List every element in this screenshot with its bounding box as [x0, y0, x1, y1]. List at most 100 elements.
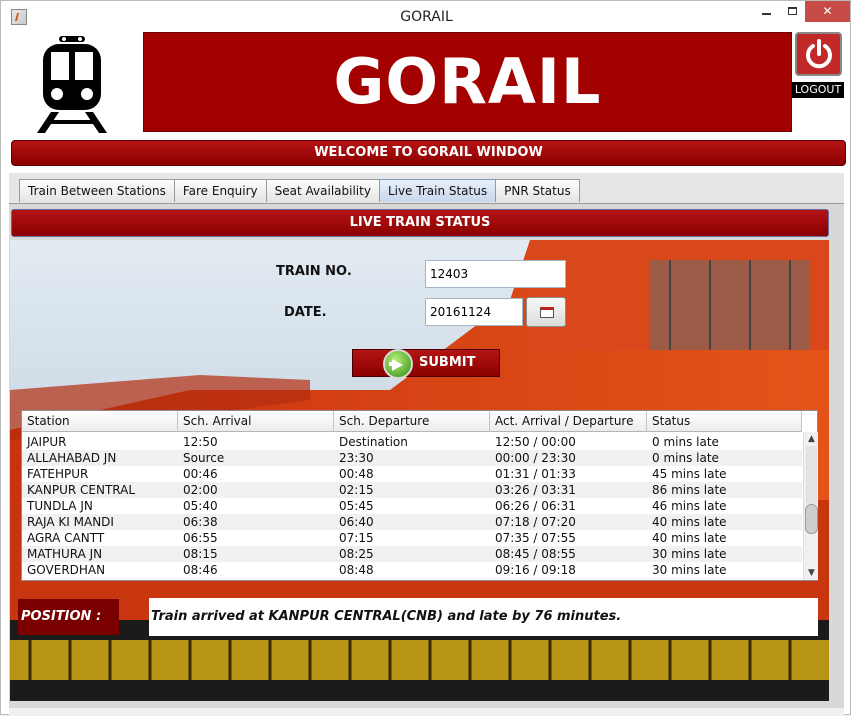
date-label: DATE. [284, 305, 327, 320]
cell-station: TUNDLA JN [27, 499, 93, 513]
scroll-thumb[interactable] [805, 504, 818, 534]
minimize-icon [761, 13, 771, 15]
table-row[interactable]: JAIPUR 12:50 Destination 12:50 / 00:00 0… [22, 434, 802, 450]
cell-status: 40 mins late [652, 531, 727, 545]
scroll-up-icon[interactable]: ▲ [804, 432, 819, 446]
submit-label: SUBMIT [419, 355, 476, 370]
cell-status: 46 mins late [652, 499, 727, 513]
cell-act-time: 06:26 / 06:31 [495, 499, 576, 513]
cell-act-time: 12:50 / 00:00 [495, 435, 576, 449]
table-body: JAIPUR 12:50 Destination 12:50 / 00:00 0… [22, 434, 802, 578]
cell-status: 0 mins late [652, 435, 719, 449]
table-header: Station Sch. Arrival Sch. Departure Act.… [22, 411, 802, 432]
cell-station: AGRA CANTT [27, 531, 105, 545]
cell-sch-departure: 05:45 [339, 499, 374, 513]
position-text: Train arrived at KANPUR CENTRAL(CNB) and… [149, 598, 818, 636]
table-scrollbar[interactable]: ▲ ▼ [803, 432, 818, 580]
train-no-input[interactable]: 12403 [425, 260, 566, 288]
status-table[interactable]: Station Sch. Arrival Sch. Departure Act.… [21, 410, 818, 581]
logout-button[interactable] [795, 32, 842, 76]
cell-sch-arrival: 00:46 [183, 467, 218, 481]
cell-sch-arrival: 06:55 [183, 531, 218, 545]
cell-sch-departure: 08:48 [339, 563, 374, 577]
cell-act-time: 03:26 / 03:31 [495, 483, 576, 497]
cell-act-time: 07:35 / 07:55 [495, 531, 576, 545]
cell-sch-arrival: Source [183, 451, 225, 465]
cell-act-time: 01:31 / 01:33 [495, 467, 576, 481]
tab-train-between-stations[interactable]: Train Between Stations [19, 179, 175, 202]
date-input[interactable]: 20161124 [425, 298, 523, 326]
cell-station: GOVERDHAN [27, 563, 106, 577]
cell-station: ALLAHABAD JN [27, 451, 117, 465]
cell-sch-arrival: 08:15 [183, 547, 218, 561]
cell-sch-departure: 02:15 [339, 483, 374, 497]
position-label: POSITION : [18, 599, 119, 635]
cell-station: FATEHPUR [27, 467, 89, 481]
maximize-icon [787, 7, 797, 15]
cell-sch-arrival: 12:50 [183, 435, 218, 449]
close-button[interactable]: ✕ [805, 1, 850, 22]
cell-act-time: 08:45 / 08:55 [495, 547, 576, 561]
cell-sch-departure: 07:15 [339, 531, 374, 545]
table-row[interactable]: TUNDLA JN 05:40 05:45 06:26 / 06:31 46 m… [22, 498, 802, 514]
cell-act-time: 00:00 / 23:30 [495, 451, 576, 465]
cell-sch-departure: 23:30 [339, 451, 374, 465]
tab-seat-availability[interactable]: Seat Availability [265, 179, 380, 202]
col-act-arrival-departure[interactable]: Act. Arrival / Departure [490, 411, 647, 432]
cell-sch-departure: 08:25 [339, 547, 374, 561]
go-arrow-icon [383, 349, 413, 379]
cell-act-time: 07:18 / 07:20 [495, 515, 576, 529]
cell-act-time: 09:16 / 09:18 [495, 563, 576, 577]
power-icon [806, 39, 832, 69]
table-row[interactable]: RAJA KI MANDI 06:38 06:40 07:18 / 07:20 … [22, 514, 802, 530]
table-row[interactable]: GOVERDHAN 08:46 08:48 09:16 / 09:18 30 m… [22, 562, 802, 578]
maximize-button[interactable] [779, 1, 805, 22]
scroll-track[interactable] [806, 446, 817, 504]
brand-banner: GORAIL [143, 32, 792, 132]
minimize-button[interactable] [753, 1, 779, 22]
table-row[interactable]: KANPUR CENTRAL 02:00 02:15 03:26 / 03:31… [22, 482, 802, 498]
cell-station: JAIPUR [27, 435, 67, 449]
cell-status: 45 mins late [652, 467, 727, 481]
main-content: GORAIL LOGOUT WELCOME TO GORAIL WINDOW T… [9, 32, 846, 716]
cell-station: MATHURA JN [27, 547, 103, 561]
col-status[interactable]: Status [647, 411, 802, 432]
banner-title: GORAIL [333, 45, 602, 118]
cell-status: 86 mins late [652, 483, 727, 497]
cell-sch-arrival: 06:38 [183, 515, 218, 529]
title-bar: GORAIL ✕ [1, 1, 850, 32]
cell-status: 0 mins late [652, 451, 719, 465]
cell-status: 40 mins late [652, 515, 727, 529]
cell-sch-arrival: 02:00 [183, 483, 218, 497]
cell-sch-departure: 06:40 [339, 515, 374, 529]
col-station[interactable]: Station [22, 411, 178, 432]
cell-sch-arrival: 08:46 [183, 563, 218, 577]
cell-sch-departure: Destination [339, 435, 408, 449]
tab-pnr-status[interactable]: PNR Status [495, 179, 580, 202]
calendar-button[interactable] [526, 297, 566, 327]
cell-sch-arrival: 05:40 [183, 499, 218, 513]
window-title: GORAIL [400, 9, 453, 25]
cell-station: RAJA KI MANDI [27, 515, 114, 529]
app-window: GORAIL ✕ GORAIL LOGOUT WELCOME TO GORAIL… [0, 0, 851, 716]
tab-strip: Train Between Stations Fare Enquiry Seat… [19, 179, 580, 203]
tab-live-train-status[interactable]: Live Train Status [378, 179, 497, 202]
logout-label[interactable]: LOGOUT [792, 82, 844, 98]
cell-status: 30 mins late [652, 547, 727, 561]
train-no-label: TRAIN NO. [276, 264, 352, 279]
table-row[interactable]: MATHURA JN 08:15 08:25 08:45 / 08:55 30 … [22, 546, 802, 562]
table-row[interactable]: AGRA CANTT 06:55 07:15 07:35 / 07:55 40 … [22, 530, 802, 546]
calendar-icon [540, 307, 554, 318]
col-sch-departure[interactable]: Sch. Departure [334, 411, 490, 432]
col-sch-arrival[interactable]: Sch. Arrival [178, 411, 334, 432]
scroll-down-icon[interactable]: ▼ [804, 566, 819, 580]
tab-fare-enquiry[interactable]: Fare Enquiry [173, 179, 267, 202]
submit-button[interactable]: SUBMIT [352, 349, 500, 379]
welcome-banner: WELCOME TO GORAIL WINDOW [11, 140, 846, 166]
close-icon: ✕ [822, 4, 833, 18]
table-row[interactable]: ALLAHABAD JN Source 23:30 00:00 / 23:30 … [22, 450, 802, 466]
train-icon [37, 36, 107, 133]
table-row[interactable]: FATEHPUR 00:46 00:48 01:31 / 01:33 45 mi… [22, 466, 802, 482]
cell-status: 30 mins late [652, 563, 727, 577]
cell-sch-departure: 00:48 [339, 467, 374, 481]
